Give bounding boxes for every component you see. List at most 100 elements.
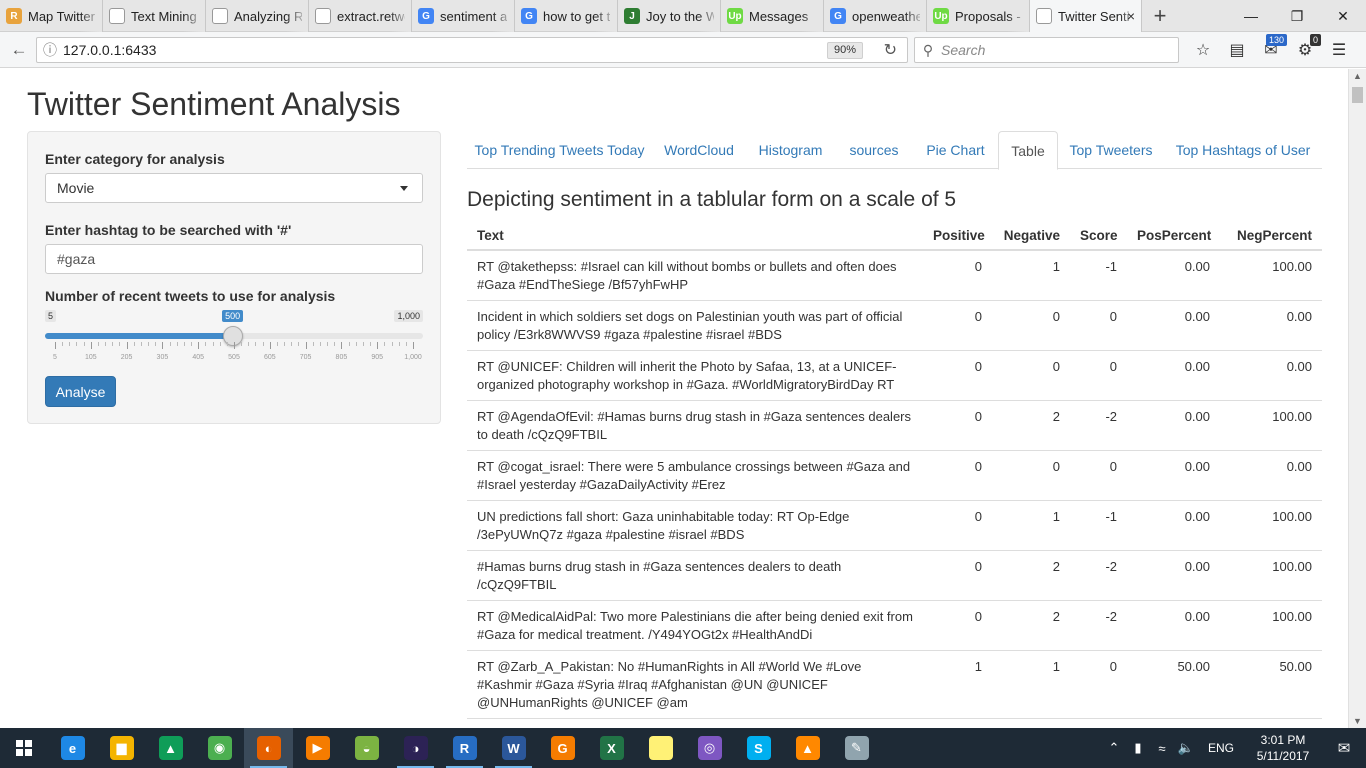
- browser-tab[interactable]: Analyzing R-Blo: [206, 0, 309, 32]
- score-cell: -2: [1070, 600, 1127, 651]
- taskbar-app-pdf-tool[interactable]: G: [538, 728, 587, 768]
- browser-tab[interactable]: Up Proposals -: [927, 0, 1030, 32]
- taskbar-app-word[interactable]: W: [489, 728, 538, 768]
- taskbar-app-file-explorer[interactable]: ▆: [97, 728, 146, 768]
- score-cell: 0.00: [1220, 450, 1322, 501]
- score-cell: 0.00: [1127, 500, 1220, 551]
- reload-icon[interactable]: ↻: [884, 40, 897, 60]
- browser-tab[interactable]: Gsentiment a: [412, 0, 515, 32]
- hashtag-label: Enter hashtag to be searched with '#': [45, 222, 292, 238]
- taskbar-app-skype[interactable]: S: [734, 728, 783, 768]
- vertical-scrollbar[interactable]: ▲ ▼: [1348, 69, 1366, 728]
- folder-icon: ▆: [109, 736, 134, 760]
- new-tab-button[interactable]: +: [1142, 0, 1178, 31]
- maximize-button[interactable]: ❐: [1274, 0, 1320, 32]
- vlc-icon: ▲: [795, 736, 820, 760]
- slider-tick-label: 605: [263, 354, 276, 361]
- taskbar-app-excel[interactable]: X: [587, 728, 636, 768]
- url-text[interactable]: 127.0.0.1:6433: [63, 42, 156, 58]
- taskbar-app-paint[interactable]: ✎: [832, 728, 881, 768]
- browser-tab[interactable]: Ghow to get t: [515, 0, 618, 32]
- browser-tab[interactable]: Up Messages: [721, 0, 824, 32]
- word-icon: W: [501, 736, 526, 760]
- address-bar[interactable]: ⓘ 127.0.0.1:6433 90% ↻: [36, 37, 908, 63]
- score-cell: 1: [992, 650, 1070, 719]
- extension-count-badge: 0: [1309, 34, 1321, 46]
- tab-top-tweeters[interactable]: Top Tweeters: [1058, 131, 1164, 169]
- score-cell: -2: [1070, 400, 1127, 451]
- volume-icon[interactable]: 🔈: [1174, 740, 1198, 756]
- tab-histogram[interactable]: Histogram: [746, 131, 835, 169]
- site-icon: J: [624, 8, 640, 24]
- tweet-text-cell: RT @MedicalAidPal: Two more Palestinians…: [467, 600, 923, 651]
- taskbar-app-eclipse[interactable]: ◑: [391, 728, 440, 768]
- menu-icon[interactable]: ☰: [1322, 36, 1356, 64]
- score-cell: 0: [1070, 718, 1127, 728]
- scroll-down-icon[interactable]: ▼: [1353, 716, 1362, 726]
- info-icon[interactable]: ⓘ: [37, 40, 63, 60]
- score-cell: 0.00: [1127, 550, 1220, 601]
- taskbar-app-edge[interactable]: e: [48, 728, 97, 768]
- drive-icon: ▲: [158, 736, 183, 760]
- chevron-up-icon[interactable]: ⌃: [1102, 740, 1126, 756]
- search-icon: ⚲: [922, 41, 934, 58]
- extension-icon[interactable]: ⚙ 0: [1288, 34, 1322, 64]
- taskbar-app-google-drive[interactable]: ▲: [146, 728, 195, 768]
- tab-top-trending-tweets-today[interactable]: Top Trending Tweets Today: [467, 131, 652, 169]
- browser-tab[interactable]: extract.retweets: [309, 0, 412, 32]
- sentiment-table: Text Positive Negative Score PosPercent NegPe…: [467, 222, 1322, 728]
- score-cell: 2: [992, 400, 1070, 451]
- tab-wordcloud[interactable]: WordCloud: [652, 131, 746, 169]
- start-button[interactable]: [0, 728, 48, 768]
- analyse-button[interactable]: Analyse: [45, 376, 116, 407]
- mail-icon[interactable]: ✉ 130: [1254, 34, 1288, 64]
- tab-sources[interactable]: sources: [835, 131, 913, 169]
- tweet-text-cell: RT @UNICEF: Children will inherit the Ph…: [467, 350, 923, 401]
- bookmark-star-icon[interactable]: ☆: [1186, 36, 1220, 64]
- reading-list-icon[interactable]: ▤: [1220, 36, 1254, 64]
- score-cell: 0.00: [1127, 300, 1220, 351]
- category-select[interactable]: Movie: [45, 173, 423, 203]
- zoom-indicator[interactable]: 90%: [826, 42, 863, 59]
- browser-tab[interactable]: Text Mining wit: [103, 0, 206, 32]
- taskbar-app-sticky-notes[interactable]: [636, 728, 685, 768]
- taskbar-app-firefox[interactable]: ◐: [244, 728, 293, 768]
- taskbar-app-tor[interactable]: ◎: [685, 728, 734, 768]
- hashtag-input[interactable]: #gaza: [45, 244, 423, 274]
- language-indicator[interactable]: ENG: [1198, 741, 1244, 755]
- tab-table[interactable]: Table: [998, 131, 1058, 170]
- excel-icon: X: [599, 736, 624, 760]
- slider-max-label: 1,000: [394, 310, 423, 322]
- scrollbar-thumb[interactable]: [1352, 87, 1363, 103]
- tweet-count-slider[interactable]: 5 1,000 500 5 105 205 305 405 505 605 705 805 905…: [45, 310, 423, 370]
- taskbar-app-media-player[interactable]: ▶: [293, 728, 342, 768]
- scroll-up-icon[interactable]: ▲: [1353, 71, 1362, 81]
- notification-center-icon[interactable]: ✉: [1322, 739, 1366, 757]
- clock[interactable]: 3:01 PM 5/11/2017: [1244, 732, 1322, 764]
- taskbar-app-r-language[interactable]: R: [440, 728, 489, 768]
- taskbar-app-chrome[interactable]: ◉: [195, 728, 244, 768]
- browser-tab[interactable]: J Joy to the W: [618, 0, 721, 32]
- tor-icon: ◎: [697, 736, 722, 760]
- wifi-icon[interactable]: ≈: [1150, 741, 1174, 756]
- taskbar-app-android-tool[interactable]: ◒: [342, 728, 391, 768]
- minimize-button[interactable]: —: [1228, 0, 1274, 32]
- slider-tick-label: 305: [156, 354, 169, 361]
- back-button[interactable]: ←: [6, 38, 32, 62]
- slider-tick: [305, 342, 307, 349]
- slider-minor-tick: [176, 342, 178, 346]
- sticky-notes-icon: [648, 736, 673, 760]
- tab-top-hashtags-of-user[interactable]: Top Hashtags of User: [1164, 131, 1322, 169]
- skype-icon: S: [746, 736, 771, 760]
- tab-pie-chart[interactable]: Pie Chart: [913, 131, 998, 169]
- close-window-button[interactable]: ✕: [1320, 0, 1366, 32]
- battery-icon[interactable]: ▮: [1126, 740, 1150, 756]
- browser-tab[interactable]: R Map Twitter: [0, 0, 103, 32]
- browser-tab[interactable]: Gopenweathe: [824, 0, 927, 32]
- taskbar-app-vlc[interactable]: ▲: [783, 728, 832, 768]
- slider-minor-tick: [391, 342, 393, 346]
- slider-minor-tick: [112, 342, 114, 346]
- close-tab-icon[interactable]: ×: [1127, 8, 1135, 24]
- browser-tab[interactable]: Twitter Senti ×: [1030, 0, 1142, 32]
- search-bar[interactable]: ⚲ Search: [914, 37, 1179, 63]
